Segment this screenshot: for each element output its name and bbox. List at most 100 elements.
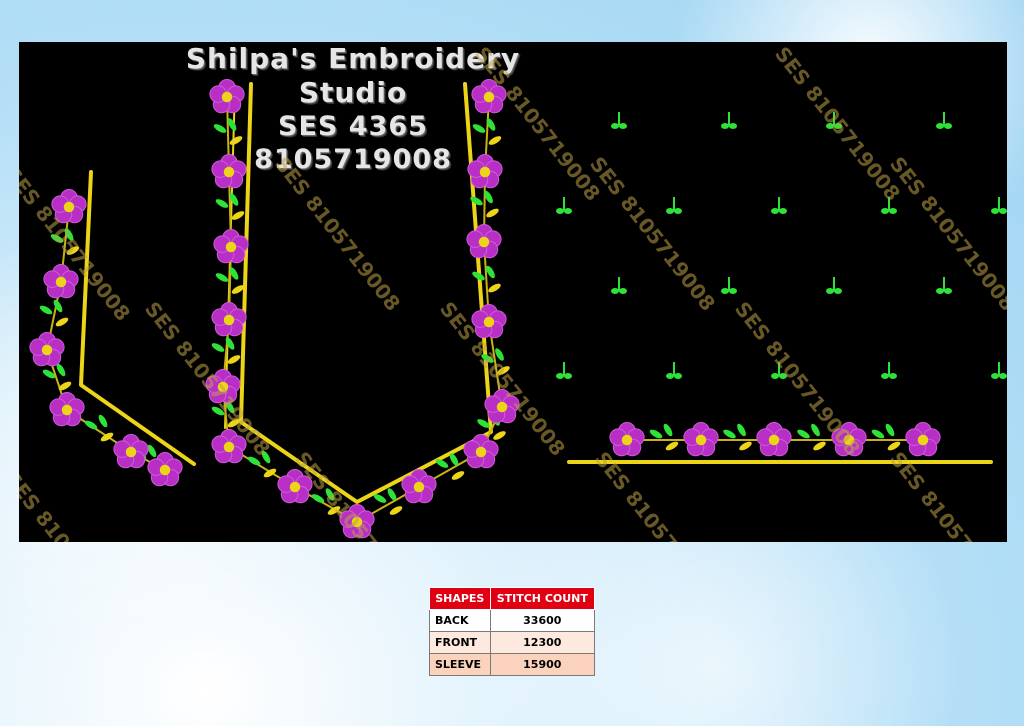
flower-center [55, 276, 67, 288]
butti-leaf [721, 123, 729, 129]
table-header-row: SHAPES STITCH COUNT [429, 587, 596, 610]
shape-cell: FRONT [429, 631, 491, 654]
flower-center [695, 434, 707, 446]
butti-leaf [889, 208, 897, 214]
butti-motif [721, 112, 737, 129]
butti-motif [666, 362, 682, 379]
leaf [55, 317, 69, 327]
butti-motif [826, 277, 842, 294]
butti-leaf [611, 123, 619, 129]
flower-center [63, 201, 75, 213]
butti-leaf [674, 373, 682, 379]
studio-phone: 8105719008 [254, 144, 452, 175]
flower-center [621, 434, 633, 446]
flower-center [159, 464, 171, 476]
flower-center [413, 481, 425, 493]
butti-leaf [991, 208, 999, 214]
butti-motif [611, 277, 627, 294]
stitch-count-cell: 12300 [489, 631, 596, 654]
leaf [797, 429, 810, 439]
flower-motif [213, 228, 249, 264]
butti-motif [991, 197, 1007, 214]
leaf [493, 431, 506, 440]
leaf [871, 429, 885, 439]
butti-leaf [944, 123, 952, 129]
butti-leaf [936, 123, 944, 129]
gold-outline [79, 170, 196, 466]
butti-motif [936, 112, 952, 129]
flower-center [475, 446, 487, 458]
butti-motif [991, 362, 1007, 379]
design-code: SES 4365 [278, 111, 428, 142]
flower-motif [463, 433, 499, 469]
flower-motif [29, 331, 65, 367]
leaf [215, 199, 229, 208]
leaf [451, 471, 465, 480]
table-row: BACK 33600 [429, 609, 596, 632]
leaf [215, 273, 229, 282]
butti-motif [611, 112, 627, 129]
butti-leaf [666, 208, 674, 214]
butti-motif [881, 362, 897, 379]
butti-leaf [611, 288, 619, 294]
flower-center [41, 344, 53, 356]
column-header-shapes: SHAPES [429, 587, 491, 610]
leaf [649, 429, 663, 439]
leaf [470, 196, 483, 206]
flower-motif [147, 451, 183, 487]
butti-motif [556, 197, 572, 214]
butti-leaf [999, 208, 1007, 214]
flower-center [768, 434, 780, 446]
embroidery-design-canvas: Shilpa's Embroidery Studio SES 4365 8105… [19, 42, 1007, 542]
leaf [98, 414, 108, 428]
butti-motif [936, 277, 952, 294]
flower-motif [211, 301, 247, 337]
butti-leaf [556, 208, 564, 214]
butti-leaf [881, 208, 889, 214]
butti-leaf [881, 373, 889, 379]
flower-center [483, 316, 495, 328]
leaf [39, 305, 53, 315]
butti-leaf [729, 288, 737, 294]
leaf [739, 441, 752, 451]
column-header-stitch-count: STITCH COUNT [489, 587, 596, 610]
stitch-count-cell: 33600 [489, 609, 596, 632]
butti-leaf [834, 288, 842, 294]
butti-leaf [729, 123, 737, 129]
butti-leaf [944, 288, 952, 294]
flower-center [223, 441, 235, 453]
butti-leaf [771, 208, 779, 214]
butti-leaf [564, 208, 572, 214]
stitch-count-cell: 15900 [489, 653, 596, 676]
leaf [488, 283, 501, 293]
leaf [227, 355, 241, 364]
table-row: SLEEVE 15900 [429, 653, 596, 676]
butti-leaf [991, 373, 999, 379]
butti-leaf [826, 288, 834, 294]
leaf [389, 506, 403, 515]
butti-leaf [564, 373, 572, 379]
flower-motif [466, 223, 502, 259]
butti-leaf [999, 373, 1007, 379]
flower-center [125, 446, 137, 458]
butti-leaf [779, 208, 787, 214]
flower-motif [113, 433, 149, 469]
leaf [737, 423, 746, 437]
butti-motif [556, 362, 572, 379]
butti-motif [666, 197, 682, 214]
butti-motif [721, 277, 737, 294]
leaf [486, 208, 499, 218]
butti-leaf [619, 288, 627, 294]
flower-center [223, 314, 235, 326]
leaf [211, 343, 225, 352]
leaf [663, 423, 673, 437]
butti-leaf [556, 373, 564, 379]
butti-leaf [721, 288, 729, 294]
stitch-count-table: SHAPES STITCH COUNT BACK 33600 FRONT 123… [429, 587, 596, 676]
table-row: FRONT 12300 [429, 631, 596, 654]
leaf [231, 211, 245, 220]
shape-cell: SLEEVE [429, 653, 491, 676]
butti-leaf [674, 208, 682, 214]
leaf [665, 441, 679, 451]
leaf [813, 441, 826, 451]
